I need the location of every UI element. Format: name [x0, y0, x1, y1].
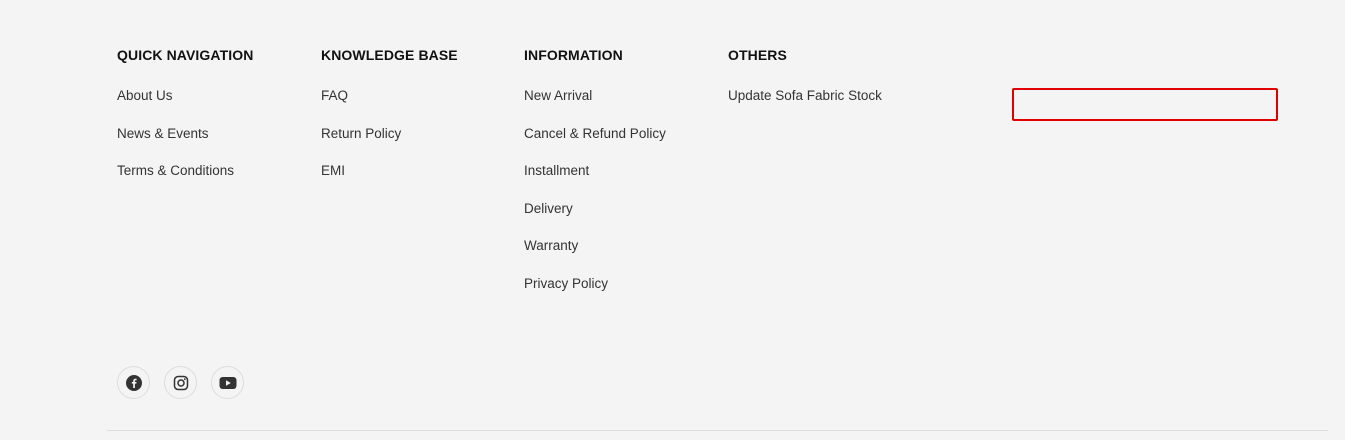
footer-link-new-arrival[interactable]: New Arrival	[524, 87, 666, 125]
footer-link-installment[interactable]: Installment	[524, 162, 666, 200]
column-heading: KNOWLEDGE BASE	[321, 47, 458, 63]
footer-link-terms-conditions[interactable]: Terms & Conditions	[117, 162, 253, 200]
footer-link-emi[interactable]: EMI	[321, 162, 458, 200]
footer-link-faq[interactable]: FAQ	[321, 87, 458, 125]
footer-link-update-sofa-fabric-stock[interactable]: Update Sofa Fabric Stock	[728, 87, 882, 125]
youtube-icon	[219, 376, 237, 390]
footer-column-information: INFORMATION New Arrival Cancel & Refund …	[524, 45, 666, 312]
footer-link-warranty[interactable]: Warranty	[524, 237, 666, 275]
instagram-icon	[173, 375, 189, 391]
social-links	[117, 366, 244, 399]
link-list: Update Sofa Fabric Stock	[728, 87, 882, 125]
footer-link-privacy-policy[interactable]: Privacy Policy	[524, 275, 666, 313]
footer-link-cancel-refund-policy[interactable]: Cancel & Refund Policy	[524, 125, 666, 163]
facebook-button[interactable]	[117, 366, 150, 399]
link-list: FAQ Return Policy EMI	[321, 87, 458, 200]
footer-column-knowledge-base: KNOWLEDGE BASE FAQ Return Policy EMI	[321, 45, 458, 200]
footer-link-about-us[interactable]: About Us	[117, 87, 253, 125]
instagram-button[interactable]	[164, 366, 197, 399]
highlighted-input-field[interactable]	[1012, 88, 1278, 121]
footer-column-quick-navigation: QUICK NAVIGATION About Us News & Events …	[117, 45, 253, 200]
footer-link-delivery[interactable]: Delivery	[524, 200, 666, 238]
link-list: About Us News & Events Terms & Condition…	[117, 87, 253, 200]
facebook-icon	[125, 374, 142, 391]
footer-link-return-policy[interactable]: Return Policy	[321, 125, 458, 163]
footer-divider	[107, 430, 1328, 431]
column-heading: QUICK NAVIGATION	[117, 47, 254, 63]
column-heading: OTHERS	[728, 47, 787, 63]
youtube-button[interactable]	[211, 366, 244, 399]
footer-link-news-events[interactable]: News & Events	[117, 125, 253, 163]
column-heading: INFORMATION	[524, 47, 623, 63]
footer-column-others: OTHERS Update Sofa Fabric Stock	[728, 45, 882, 125]
link-list: New Arrival Cancel & Refund Policy Insta…	[524, 87, 666, 312]
